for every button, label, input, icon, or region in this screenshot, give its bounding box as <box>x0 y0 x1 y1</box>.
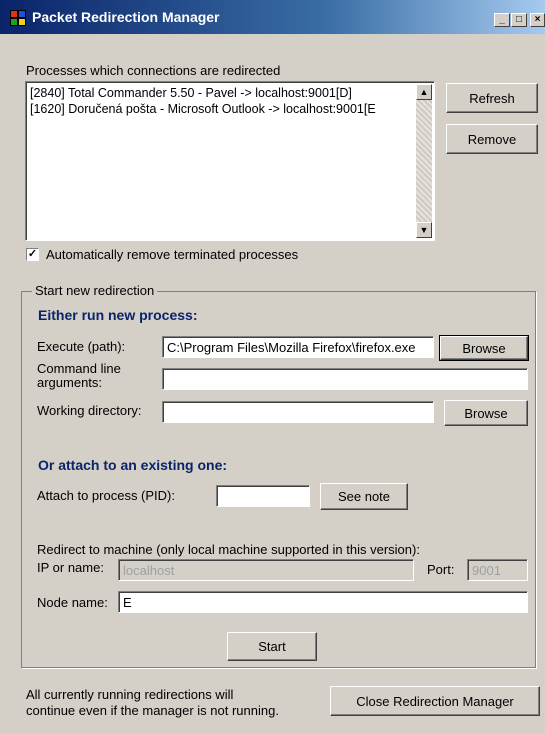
group-title: Start new redirection <box>32 283 158 298</box>
maximize-button[interactable]: □ <box>511 13 527 27</box>
list-item[interactable]: [1620] Doručená pošta - Microsoft Outloo… <box>30 102 376 116</box>
pid-input[interactable] <box>216 485 310 507</box>
close-manager-button[interactable]: Close Redirection Manager <box>330 686 540 716</box>
workdir-input[interactable] <box>162 401 434 423</box>
args-input[interactable] <box>162 368 528 390</box>
node-name-label: Node name: <box>37 595 108 610</box>
ip-input[interactable] <box>118 559 414 581</box>
execute-path-input[interactable] <box>162 336 434 358</box>
app-window: Packet Redirection Manager _ □ × Process… <box>0 0 545 733</box>
args-label-line1: Command line <box>37 361 121 376</box>
redirect-label: Redirect to machine (only local machine … <box>37 542 420 557</box>
node-name-input[interactable] <box>118 591 528 613</box>
pid-label: Attach to process (PID): <box>37 488 175 503</box>
port-label: Port: <box>427 562 455 577</box>
workdir-label: Working directory: <box>37 403 142 418</box>
footer-note-line2: continue even if the manager is not runn… <box>26 703 279 718</box>
see-note-button[interactable]: See note <box>320 483 408 510</box>
browse-dir-button[interactable]: Browse <box>444 400 528 426</box>
list-item[interactable]: [2840] Total Commander 5.50 - Pavel -> l… <box>30 86 352 100</box>
run-process-heading: Either run new process: <box>38 307 198 323</box>
processes-listbox[interactable]: [2840] Total Commander 5.50 - Pavel -> l… <box>25 81 435 241</box>
footer-note-line1: All currently running redirections will <box>26 687 234 702</box>
vertical-scrollbar[interactable]: ▲ ▼ <box>416 84 432 238</box>
ip-label: IP or name: <box>37 560 104 575</box>
browse-exe-button[interactable]: Browse <box>439 335 529 361</box>
title-bar[interactable]: Packet Redirection Manager _ □ × <box>0 0 545 34</box>
scroll-up-icon[interactable]: ▲ <box>416 84 432 100</box>
window-title: Packet Redirection Manager <box>32 9 220 25</box>
args-label-line2: arguments: <box>37 375 103 390</box>
execute-label: Execute (path): <box>37 339 126 354</box>
app-icon <box>10 10 26 26</box>
port-input[interactable] <box>467 559 528 581</box>
processes-label: Processes which connections are redirect… <box>26 63 281 78</box>
start-button[interactable]: Start <box>227 632 317 661</box>
attach-heading: Or attach to an existing one: <box>38 457 228 473</box>
remove-button[interactable]: Remove <box>446 124 538 154</box>
auto-remove-checkbox[interactable]: ✓ <box>26 248 39 261</box>
scroll-down-icon[interactable]: ▼ <box>416 222 432 238</box>
close-button[interactable]: × <box>530 13 545 27</box>
refresh-button[interactable]: Refresh <box>446 83 538 113</box>
auto-remove-label[interactable]: Automatically remove terminated processe… <box>46 247 298 262</box>
minimize-button[interactable]: _ <box>494 13 510 27</box>
